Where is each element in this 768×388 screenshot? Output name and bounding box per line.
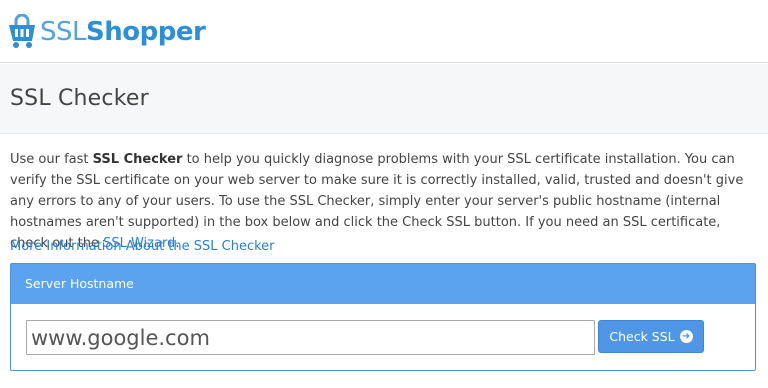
site-logo[interactable]: SSLShopper: [7, 12, 206, 52]
intro-text-1: Use our fast: [10, 152, 93, 167]
logo-text-ssl: SSL: [40, 17, 87, 47]
check-ssl-label: Check SSL: [609, 329, 675, 344]
intro-bold-ssl-checker: SSL Checker: [92, 152, 183, 167]
shopping-cart-lock-icon: [9, 14, 35, 48]
logo-text-shopper: Shopper: [86, 17, 206, 47]
panel-heading: Server Hostname: [11, 264, 755, 304]
hostname-input[interactable]: [26, 320, 595, 355]
server-hostname-panel: Server Hostname Check SSL ➜: [10, 263, 756, 371]
site-header: SSLShopper: [0, 0, 768, 63]
check-ssl-button[interactable]: Check SSL ➜: [598, 320, 704, 353]
more-info-link[interactable]: More Information About the SSL Checker: [10, 237, 275, 257]
arrow-circle-right-icon: ➜: [679, 330, 693, 343]
page-title: SSL Checker: [10, 86, 149, 111]
